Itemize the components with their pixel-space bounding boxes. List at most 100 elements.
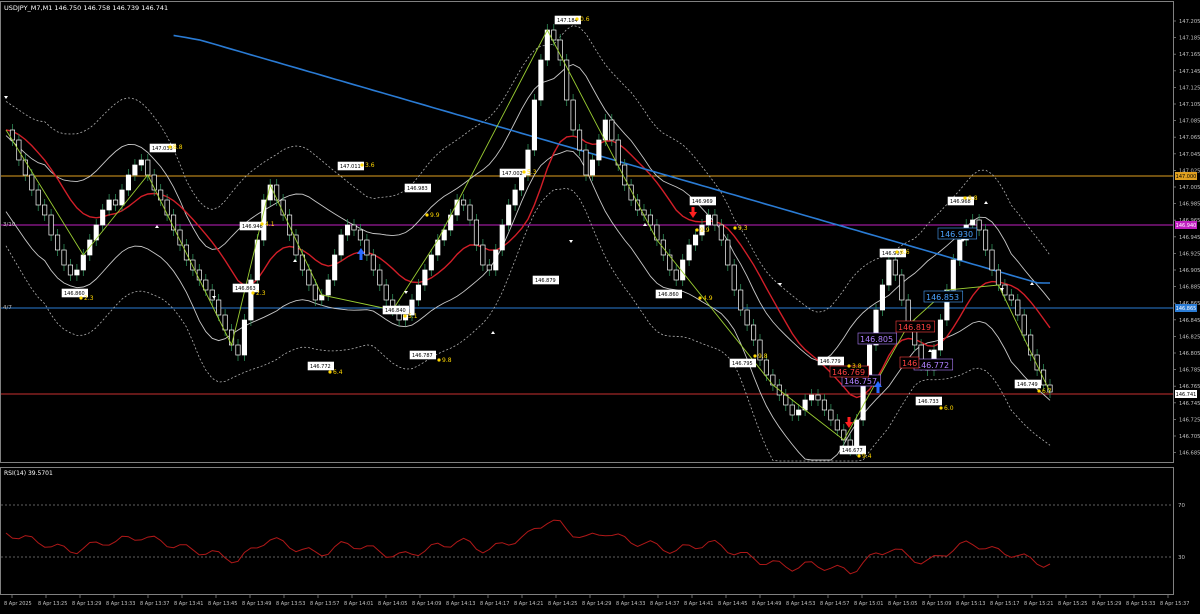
price-tag: 146.879	[535, 278, 556, 284]
candle	[74, 269, 80, 276]
candle	[763, 359, 769, 376]
blue-level-tag: 4/7	[3, 305, 12, 311]
candle	[55, 234, 61, 251]
candle	[164, 199, 170, 216]
time-axis-label: 8 Apr 14:13	[446, 601, 475, 607]
price-axis-label: 146.725	[1179, 417, 1200, 423]
candle	[345, 224, 351, 236]
price-tag: 147.002	[502, 171, 523, 177]
candle	[351, 224, 357, 231]
candle	[809, 394, 815, 401]
time-axis-label: 8 Apr 14:53	[786, 601, 815, 607]
time-axis-label: 8 Apr 14:05	[378, 601, 407, 607]
price-axis-label: 146.685	[1179, 451, 1200, 457]
candle	[61, 249, 67, 266]
candle	[583, 149, 589, 176]
time-axis-label: 8 Apr 15:09	[922, 601, 951, 607]
swing-label: 6.0	[944, 405, 954, 412]
price-axis-label: 147.105	[1179, 102, 1200, 108]
price-tag: 146.983	[407, 186, 428, 192]
price-tag: 146.772	[916, 361, 949, 370]
main-pane[interactable]	[0, 1, 1174, 463]
candle	[789, 404, 795, 416]
magenta-line-price: 146.940	[1176, 223, 1197, 229]
candle	[190, 259, 196, 271]
price-tag: 147.011	[340, 164, 361, 170]
swing-label: 2.3	[84, 295, 94, 302]
time-axis-label: 8 Apr 14:41	[684, 601, 713, 607]
candle	[995, 269, 1001, 286]
rsi-pane[interactable]	[0, 467, 1174, 595]
candle	[738, 289, 744, 311]
candle	[506, 204, 512, 226]
time-axis-label: 8 Apr 2025	[4, 601, 32, 607]
candle	[119, 189, 125, 206]
swing-label: 8.8	[968, 195, 978, 202]
candle	[145, 159, 151, 176]
time-axis-label: 8 Apr 13:41	[174, 601, 203, 607]
candle	[899, 274, 905, 301]
price-tag: 146.757	[844, 377, 877, 386]
price-axis-label: 147.205	[1179, 19, 1200, 25]
time-axis-label: 8 Apr 13:45	[208, 601, 237, 607]
candle	[970, 219, 976, 226]
price-axis-label: 146.985	[1179, 202, 1200, 208]
candle	[1002, 284, 1008, 296]
time-axis-label: 8 Apr 15:29	[1092, 601, 1121, 607]
time-axis-label: 8 Apr 15:13	[956, 601, 985, 607]
swing-label: 9.9	[700, 227, 710, 234]
candle	[461, 199, 467, 206]
price-tag: 146	[902, 359, 917, 368]
candle	[473, 219, 479, 246]
swing-label: 9.4	[862, 453, 872, 460]
candle	[796, 409, 802, 416]
time-axis-label: 8 Apr 15:25	[1058, 601, 1087, 607]
candle	[467, 204, 473, 221]
candle	[718, 224, 724, 241]
trading-chart-window[interactable]: 146.860 147.033 146.946 146.863 146.772 147.0…	[0, 0, 1200, 610]
candle	[35, 189, 41, 206]
time-axis-label: 8 Apr 13:53	[276, 601, 305, 607]
candle	[577, 129, 583, 151]
time-axis-label: 8 Apr 14:25	[548, 601, 577, 607]
time-axis-label: 8 Apr 14:01	[344, 601, 373, 607]
time-axis[interactable]: 8 Apr 2025 8 Apr 13:25 8 Apr 13:29 8 Apr 13…	[4, 595, 1189, 607]
candle	[428, 254, 434, 271]
candle	[983, 229, 989, 251]
price-tag: 146.840	[385, 308, 406, 314]
price-axis-label: 147.145	[1179, 69, 1200, 75]
price-axis-label: 147.165	[1179, 52, 1200, 58]
price-axis-label: 147.005	[1179, 185, 1200, 191]
candle	[312, 284, 318, 301]
price-axis-label: 146.885	[1179, 285, 1200, 291]
price-tag: 146.860	[64, 291, 85, 297]
candle	[235, 344, 241, 356]
swing-label: 6.4	[333, 369, 343, 376]
time-axis-label: 8 Apr 14:17	[480, 601, 509, 607]
candle	[125, 174, 131, 191]
price-tag: 146.779	[820, 359, 841, 365]
candle	[132, 164, 138, 176]
price-tag: 146.787	[412, 353, 433, 359]
time-axis-label: 8 Apr 13:29	[72, 601, 101, 607]
candle	[415, 284, 421, 301]
candle	[828, 409, 834, 421]
price-axis-label: 147.045	[1179, 152, 1200, 158]
swing-label: 9.8	[442, 357, 452, 364]
price-tag: 146.805	[860, 335, 893, 344]
price-axis-label: 147.065	[1179, 135, 1200, 141]
candle	[113, 199, 119, 206]
candle	[957, 239, 963, 261]
candle	[647, 214, 653, 226]
candle	[106, 199, 112, 211]
swing-label: 6.7	[1042, 388, 1052, 395]
candle	[937, 319, 943, 351]
candle	[693, 234, 699, 246]
candle	[370, 254, 376, 271]
price-axis-label: 146.745	[1179, 401, 1200, 407]
candle	[725, 239, 731, 266]
candle	[100, 209, 106, 226]
time-axis-label: 8 Apr 15:01	[854, 601, 883, 607]
swing-label: 5.1	[408, 313, 418, 320]
price-chart[interactable]: 146.860147.033146.946146.863146.772147.0…	[0, 0, 1200, 610]
